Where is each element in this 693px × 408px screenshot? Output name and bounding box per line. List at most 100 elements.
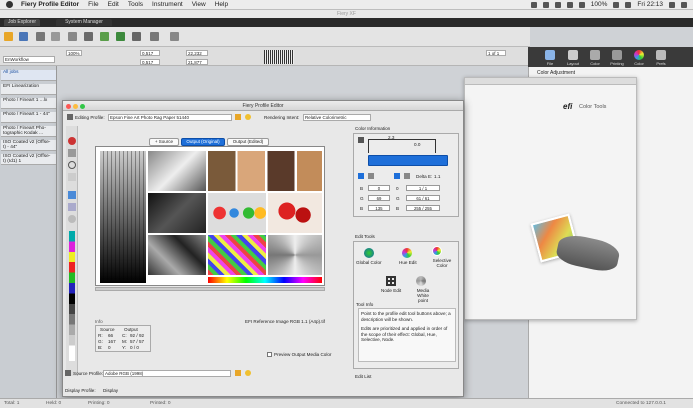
delete-icon[interactable]: [132, 32, 141, 41]
close-window-icon[interactable]: [66, 104, 71, 109]
image-caption: EFI Reference Image RGB 1.1 (A4p).tif: [245, 319, 325, 324]
rendering-intent-select[interactable]: Relative Colorimetric: [303, 114, 371, 121]
color-wheel-tab-icon[interactable]: [634, 50, 644, 60]
battery-icon[interactable]: [613, 1, 620, 8]
open-source-profile-icon[interactable]: [235, 370, 241, 376]
grid-icon[interactable]: [358, 137, 364, 143]
info-icon[interactable]: [245, 114, 251, 120]
cancel-icon[interactable]: [84, 32, 93, 41]
height-field[interactable]: 21,877: [186, 59, 208, 65]
sidebar-item-photo-fineart-44[interactable]: Photo / Fineart 1 - 44": [1, 112, 56, 123]
zoom-tool-icon[interactable]: [68, 161, 76, 169]
help-icon[interactable]: [68, 215, 76, 223]
layout-tab-icon[interactable]: [568, 50, 578, 60]
print-icon[interactable]: [36, 32, 45, 41]
minimize-window-icon[interactable]: [73, 104, 78, 109]
wifi-icon[interactable]: [566, 1, 573, 8]
app-menu[interactable]: Fiery Profile Editor: [21, 1, 79, 8]
main-toolbar: [0, 27, 530, 47]
x-field[interactable]: 0,517: [140, 50, 160, 56]
open-folder-icon[interactable]: [4, 32, 13, 41]
page-indicator[interactable]: 1 of 1: [486, 50, 506, 56]
preview-icon[interactable]: [170, 32, 179, 41]
global-color-label: Global Color: [356, 260, 382, 265]
node-edit-icon[interactable]: [386, 276, 396, 286]
sidebar-item-all-jobs[interactable]: All jobs: [1, 70, 56, 81]
picker-icon[interactable]: [368, 173, 374, 179]
sidebar-item-linearization[interactable]: EFI Linearization: [1, 84, 56, 95]
sidebar-item-iso-coated-1[interactable]: ISO Coated v2 (Offse- t) (Id1) 1: [1, 154, 56, 165]
color-comparison-bar[interactable]: [368, 155, 448, 166]
width-field[interactable]: 22,232: [186, 50, 208, 56]
process-icon[interactable]: [100, 32, 109, 41]
prefs-tab-icon[interactable]: [656, 50, 666, 60]
source-info-icon[interactable]: [245, 370, 251, 376]
airplay-icon[interactable]: [542, 1, 549, 8]
menu-view[interactable]: View: [192, 1, 206, 8]
ci-row1-label: B: [360, 186, 364, 191]
layout-icon[interactable]: [51, 32, 60, 41]
open-profile-icon[interactable]: [235, 114, 241, 120]
reference-image[interactable]: [95, 146, 325, 286]
bluetooth-icon[interactable]: [554, 1, 561, 8]
selective-color-icon[interactable]: [432, 246, 442, 256]
menu-edit[interactable]: Edit: [108, 1, 119, 8]
printing-tab-icon[interactable]: [612, 50, 622, 60]
tab-source[interactable]: + Source: [149, 138, 179, 146]
profile-editor-title: Fiery Profile Editor: [63, 101, 463, 111]
ci-row1-value2[interactable]: 1 / 1: [406, 185, 440, 191]
editing-profile-field[interactable]: Epson Fine Art Photo Rag Paper 51440: [108, 114, 232, 121]
ci-row3-value2[interactable]: 255 / 255: [406, 205, 440, 211]
import-icon[interactable]: [19, 32, 28, 41]
menu-instrument[interactable]: Instrument: [152, 1, 183, 8]
approve-icon[interactable]: [116, 32, 125, 41]
ci-row3-value[interactable]: 135: [368, 205, 390, 211]
hue-edit-icon[interactable]: [402, 248, 412, 258]
ci-row1-value[interactable]: 0: [368, 185, 390, 191]
search-icon[interactable]: [669, 1, 675, 8]
volume-icon[interactable]: [578, 1, 585, 8]
tab-output-edited[interactable]: Output (Edited): [227, 138, 269, 146]
media-whitepoint-icon[interactable]: [416, 276, 426, 286]
actual-size-icon[interactable]: [68, 203, 76, 211]
menu-file[interactable]: File: [88, 1, 98, 8]
dropbox-icon[interactable]: [530, 1, 537, 8]
color-tab-icon[interactable]: [590, 50, 600, 60]
fit-view-icon[interactable]: [68, 191, 76, 199]
info-source-header: Source: [100, 327, 115, 332]
sidebar-item-photo-fineart-1[interactable]: Photo / Fineart 1 ...lx: [1, 98, 56, 109]
ci-row2-value2[interactable]: 61 / 61: [406, 195, 440, 201]
preview-media-checkbox[interactable]: [267, 352, 272, 357]
workflow-select[interactable]: EnWorkflow: [3, 56, 55, 63]
picker-icon-2[interactable]: [404, 173, 410, 179]
flag-icon[interactable]: [625, 1, 632, 8]
y-field[interactable]: 0,517: [140, 59, 160, 65]
info-output-header: Output: [124, 327, 138, 332]
sidebar-item-photo-kodak[interactable]: Photo / Fineart Pho- tographic Kodak ...: [1, 126, 56, 137]
zoom-window-icon[interactable]: [80, 104, 85, 109]
layout-tab-label: Layout: [566, 61, 579, 66]
menu-tools[interactable]: Tools: [128, 1, 143, 8]
global-color-icon[interactable]: [364, 248, 374, 258]
edit-list-label[interactable]: Edit List: [355, 374, 371, 379]
clock[interactable]: Fri 22:13: [637, 1, 663, 8]
source-profile-field[interactable]: Adobe RGB (1998): [103, 370, 231, 377]
ci-row2-value[interactable]: 69: [368, 195, 390, 201]
tab-system-manager[interactable]: System Manager: [56, 19, 112, 26]
zoom-field[interactable]: 100%: [66, 50, 82, 56]
menu-list-icon[interactable]: [681, 1, 687, 8]
hold-icon[interactable]: [68, 32, 77, 41]
info-y-key: Y:: [122, 345, 127, 350]
hand-tool-icon[interactable]: [68, 173, 76, 181]
file-tab-icon[interactable]: [545, 50, 555, 60]
tab-output-original[interactable]: Output (Original): [181, 138, 225, 146]
tab-job-explorer[interactable]: Job Explorer: [4, 19, 40, 26]
save-icon[interactable]: [150, 32, 159, 41]
eyedropper-icon[interactable]: [68, 149, 76, 157]
status-bar: Total: 1 Held: 0 Printing: 0 Printed: 0 …: [0, 398, 693, 408]
target-tool-icon[interactable]: [68, 137, 76, 145]
apple-icon[interactable]: [6, 1, 13, 8]
sidebar-item-iso-coated-44[interactable]: ISO Coated v2 (Offse- t) - 44": [1, 140, 56, 151]
menu-help[interactable]: Help: [215, 1, 228, 8]
image-scrollbar[interactable]: [95, 287, 325, 291]
